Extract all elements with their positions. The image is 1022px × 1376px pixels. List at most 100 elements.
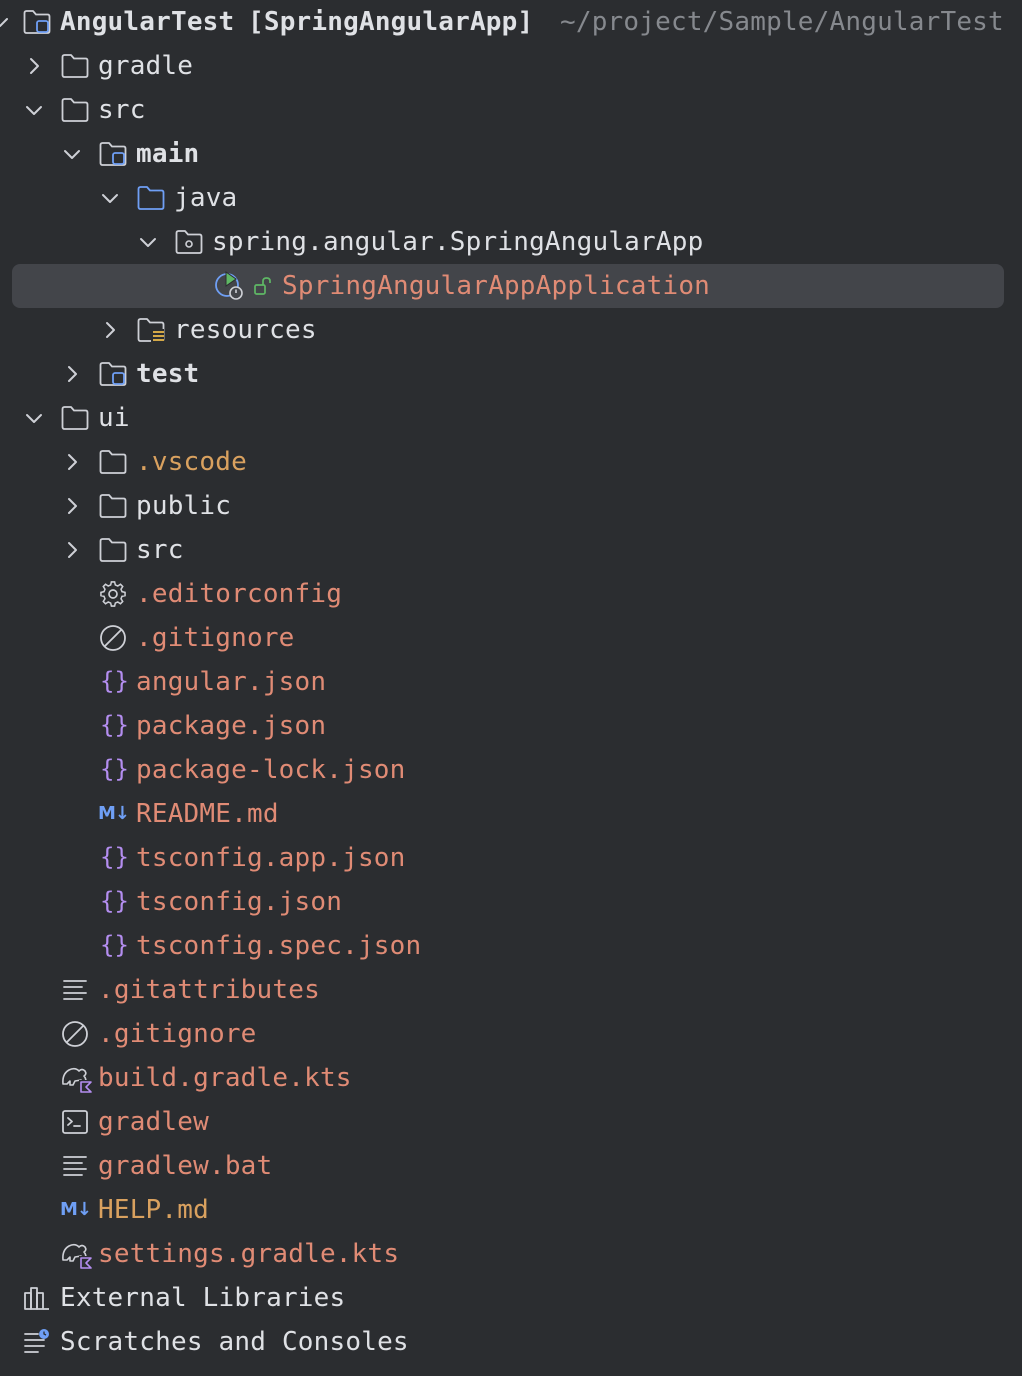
tree-row-gitignore[interactable]: .gitignore [0, 1012, 1022, 1056]
module-folder-icon [98, 360, 128, 388]
spring-boot-run-class-icon [215, 271, 243, 300]
tree-row-help-md[interactable]: M↓ HELP.md [0, 1188, 1022, 1232]
chevron-down-icon[interactable] [24, 408, 44, 428]
tree-item-label: gradlew [98, 1107, 209, 1137]
folder-icon [60, 404, 90, 432]
tree-item-label: build.gradle.kts [98, 1063, 352, 1093]
tree-item-label: .gitignore [98, 1019, 257, 1049]
chevron-down-icon[interactable] [24, 100, 44, 120]
tree-row-app-class[interactable]: SpringAngularAppApplication [0, 264, 1022, 308]
tree-row-gitattributes[interactable]: .gitattributes [0, 968, 1022, 1012]
tree-row-scratches[interactable]: Scratches and Consoles [0, 1320, 1022, 1364]
tree-item-label: .vscode [136, 447, 247, 477]
module-folder-icon [98, 140, 128, 168]
tree-item-label: src [136, 535, 184, 565]
tree-item-label: angular.json [136, 667, 327, 697]
tree-item-label: .gitignore [136, 623, 295, 653]
tree-item-label: public [136, 491, 232, 521]
tree-row-ui-package-lock[interactable]: {} package-lock.json [0, 748, 1022, 792]
tree-row-java[interactable]: java [0, 176, 1022, 220]
root-path: ~/project/Sample/AngularTest [560, 7, 1004, 37]
chevron-down-icon[interactable] [100, 188, 120, 208]
package-icon [174, 228, 204, 256]
tree-row-ui-tsconfig-app[interactable]: {} tsconfig.app.json [0, 836, 1022, 880]
json-icon: {} [100, 931, 129, 959]
tree-row-gradlew-bat[interactable]: gradlew.bat [0, 1144, 1022, 1188]
tree-item-label: tsconfig.spec.json [136, 931, 422, 961]
tree-row-settings-gradle[interactable]: settings.gradle.kts [0, 1232, 1022, 1276]
chevron-right-icon[interactable] [24, 56, 44, 76]
tree-row-gradle[interactable]: gradle [0, 44, 1022, 88]
gradle-kotlin-icon [62, 1243, 92, 1269]
tree-row-test[interactable]: test [0, 352, 1022, 396]
text-file-icon [63, 980, 87, 1000]
tree-item-label: .editorconfig [136, 579, 343, 609]
tree-item-label: java [174, 183, 238, 213]
tree-row-ui-readme[interactable]: M↓ README.md [0, 792, 1022, 836]
tree-item-label: settings.gradle.kts [98, 1239, 400, 1269]
tree-row-root[interactable]: AngularTest [SpringAngularApp] ~/project… [0, 0, 1022, 44]
tree-row-external-libraries[interactable]: External Libraries [0, 1276, 1022, 1320]
chevron-right-icon[interactable] [62, 452, 82, 472]
folder-icon [60, 52, 90, 80]
tree-row-resources[interactable]: resources [0, 308, 1022, 352]
chevron-right-icon[interactable] [62, 496, 82, 516]
tree-row-main[interactable]: main [0, 132, 1022, 176]
tree-item-label: main [136, 139, 200, 169]
tree-row-ui-public[interactable]: public [0, 484, 1022, 528]
tree-row-ui-tsconfig-spec[interactable]: {} tsconfig.spec.json [0, 924, 1022, 968]
json-icon: {} [100, 887, 129, 915]
markdown-icon: M↓ [60, 1199, 92, 1220]
folder-icon [98, 536, 128, 564]
text-file-icon [63, 1156, 87, 1176]
tree-row-ui[interactable]: ui [0, 396, 1022, 440]
scratches-icon [24, 1329, 49, 1353]
chevron-down-icon[interactable] [138, 232, 158, 252]
module-folder-icon [22, 8, 52, 36]
folder-icon [98, 448, 128, 476]
tree-row-gradlew[interactable]: gradlew [0, 1100, 1022, 1144]
chevron-down-icon[interactable] [62, 144, 82, 164]
chevron-right-icon[interactable] [62, 540, 82, 560]
chevron-right-icon[interactable] [100, 320, 120, 340]
tree-row-package[interactable]: spring.angular.SpringAngularApp [0, 220, 1022, 264]
source-folder-icon [137, 186, 165, 210]
tree-item-label: Scratches and Consoles [60, 1327, 409, 1357]
chevron-right-icon[interactable] [62, 364, 82, 384]
tree-item-label: .gitattributes [98, 975, 320, 1005]
resources-folder-icon [136, 316, 166, 342]
tree-item-label: tsconfig.json [136, 887, 343, 917]
gear-icon [100, 581, 126, 607]
tree-row-ui-editorconfig[interactable]: .editorconfig [0, 572, 1022, 616]
tree-row-ui-vscode[interactable]: .vscode [0, 440, 1022, 484]
tree-item-label: gradlew.bat [98, 1151, 273, 1181]
tree-row-ui-package-json[interactable]: {} package.json [0, 704, 1022, 748]
tree-row-build-gradle[interactable]: build.gradle.kts [0, 1056, 1022, 1100]
tree-item-label: README.md [136, 799, 279, 829]
folder-icon [60, 96, 90, 124]
tree-item-label: src [98, 95, 146, 125]
tree-item-label: test [136, 359, 200, 389]
folder-icon [98, 492, 128, 520]
tree-row-src[interactable]: src [0, 88, 1022, 132]
tree-item-label: resources [174, 315, 317, 345]
ignore-file-icon [62, 1021, 88, 1047]
tree-item-label: HELP.md [98, 1195, 209, 1225]
library-icon [24, 1287, 49, 1310]
tree-item-label: package.json [136, 711, 327, 741]
root-module-name: [SpringAngularApp] [248, 7, 534, 37]
tree-item-label: gradle [98, 51, 194, 81]
tree-row-ui-src[interactable]: src [0, 528, 1022, 572]
unlock-icon [254, 277, 271, 295]
tree-row-ui-angular-json[interactable]: {} angular.json [0, 660, 1022, 704]
tree-item-label: SpringAngularAppApplication [282, 271, 711, 301]
gradle-kotlin-icon [62, 1067, 92, 1093]
tree-item-label: package-lock.json [136, 755, 406, 785]
tree-item-label: ui [98, 403, 130, 433]
json-icon: {} [100, 843, 129, 871]
tree-row-ui-gitignore[interactable]: .gitignore [0, 616, 1022, 660]
tree-row-ui-tsconfig[interactable]: {} tsconfig.json [0, 880, 1022, 924]
chevron-down-icon[interactable] [0, 12, 10, 32]
tree-item-label: spring.angular.SpringAngularApp [212, 227, 704, 257]
tree-item-label: External Libraries [60, 1283, 346, 1313]
